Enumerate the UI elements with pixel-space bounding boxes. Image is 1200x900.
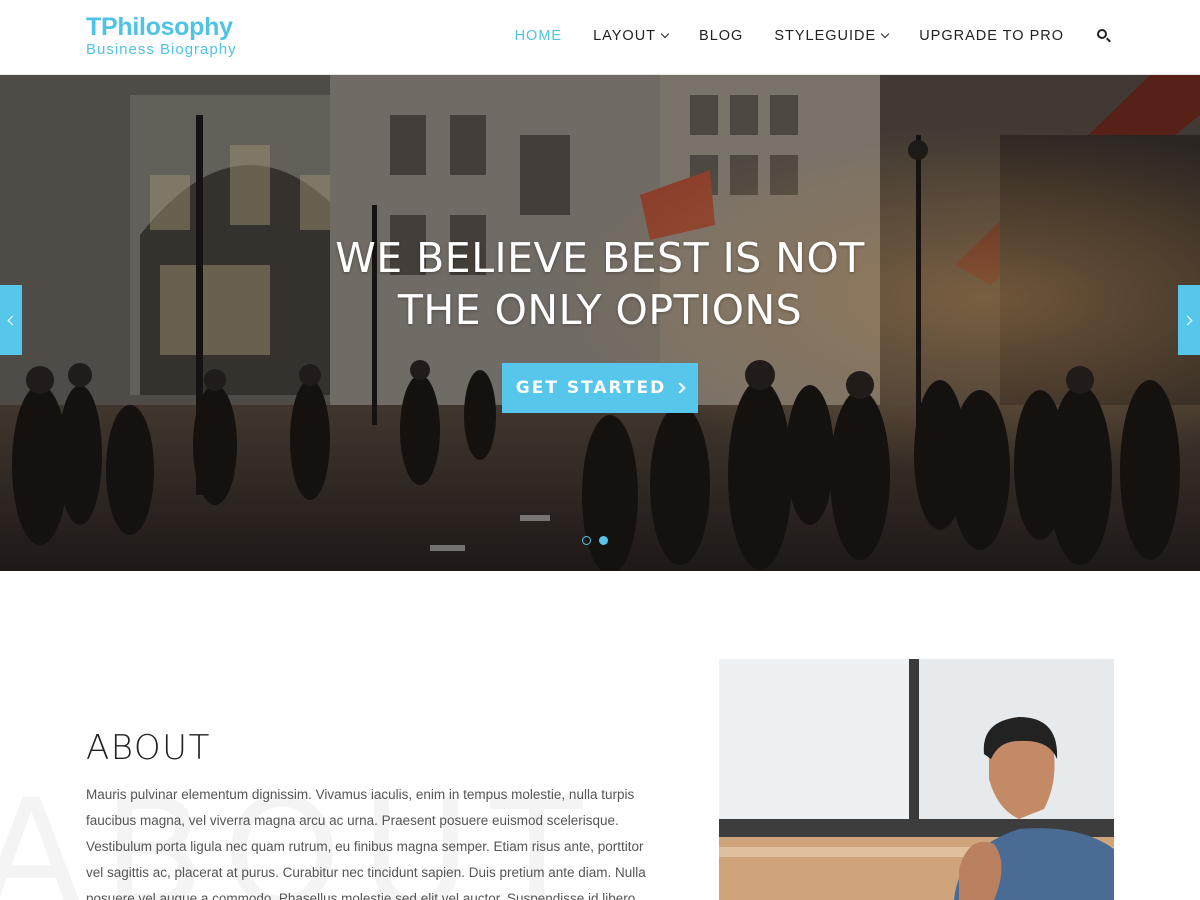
slider-next-button[interactable] (1178, 285, 1200, 355)
main-nav: HOME LAYOUT BLOG STYLEGUIDE UPGRADE TO P… (515, 26, 1112, 46)
chevron-right-icon (1182, 315, 1193, 325)
search-icon[interactable] (1096, 28, 1112, 44)
slider-dot-2[interactable] (599, 536, 608, 545)
brand: TPhilosophy Business Biography (86, 12, 237, 58)
nav-item-upgrade-to-pro[interactable]: UPGRADE TO PRO (919, 26, 1064, 46)
nav-item-home[interactable]: HOME (515, 26, 563, 46)
hero-slider: WE BELIEVE BEST IS NOT THE ONLY OPTIONS … (0, 75, 1200, 571)
nav-item-label: STYLEGUIDE (774, 28, 877, 44)
about-text: Mauris pulvinar elementum dignissim. Viv… (86, 787, 646, 900)
get-started-label: GET STARTED (515, 378, 667, 398)
chevron-left-icon (7, 315, 18, 325)
hero-title-line: THE ONLY OPTIONS (397, 286, 803, 334)
nav-item-layout[interactable]: LAYOUT (593, 26, 670, 46)
about-photo (719, 659, 1114, 900)
hero-title-line: WE BELIEVE BEST IS NOT (335, 234, 865, 282)
slider-dot-1[interactable] (582, 536, 591, 545)
slider-pagination (582, 536, 616, 545)
chevron-down-icon (880, 29, 890, 39)
about-image (719, 659, 1114, 900)
get-started-button[interactable]: GET STARTED (502, 363, 698, 413)
nav-item-label: UPGRADE TO PRO (919, 28, 1064, 44)
chevron-down-icon (660, 29, 670, 39)
nav-item-label: LAYOUT (593, 28, 657, 44)
site-title-link[interactable]: TPhilosophy (86, 12, 237, 42)
hero-title: WE BELIEVE BEST IS NOT THE ONLY OPTIONS (0, 232, 1200, 336)
about-heading: ABOUT (86, 728, 211, 768)
site-tagline: Business Biography (86, 41, 237, 58)
chevron-right-icon (674, 382, 686, 394)
site-header: TPhilosophy Business Biography HOME LAYO… (0, 0, 1200, 75)
nav-item-label: BLOG (699, 28, 744, 44)
nav-item-blog[interactable]: BLOG (699, 26, 743, 46)
slider-prev-button[interactable] (0, 285, 22, 355)
nav-item-label: HOME (514, 28, 563, 44)
nav-item-styleguide[interactable]: STYLEGUIDE (774, 26, 890, 46)
